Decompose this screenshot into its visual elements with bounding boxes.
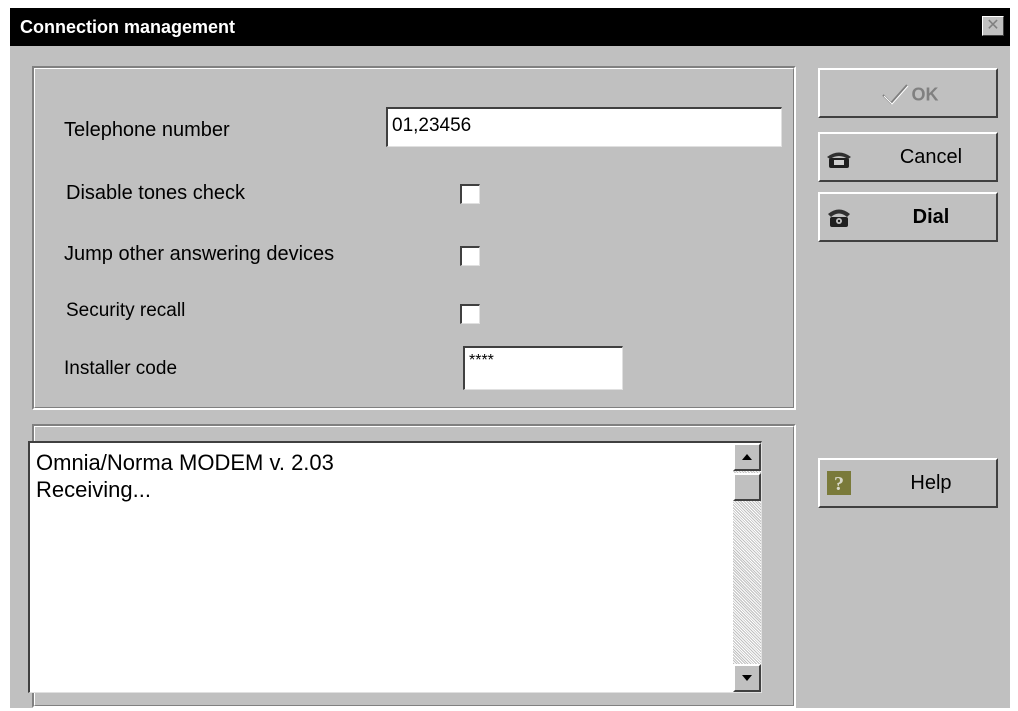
cancel-label: Cancel xyxy=(899,146,963,168)
modem-log[interactable]: Omnia/Norma MODEM v. 2.03 Receiving... xyxy=(28,441,762,693)
telephone-dial-icon xyxy=(828,209,850,227)
question-icon: ? xyxy=(827,471,851,495)
installer-code-input[interactable]: **** xyxy=(463,346,623,390)
log-scrollbar[interactable] xyxy=(733,443,761,692)
disable-tones-label: Disable tones check xyxy=(66,182,245,204)
help-label: Help xyxy=(910,472,952,494)
svg-text:?: ? xyxy=(834,473,844,495)
close-button[interactable]: ✕ xyxy=(982,16,1004,36)
scroll-thumb[interactable] xyxy=(733,473,761,501)
log-line: Omnia/Norma MODEM v. 2.03 xyxy=(36,450,334,475)
connection-management-dialog: Connection management ✕ Telephone number… xyxy=(10,8,1010,708)
close-icon: ✕ xyxy=(986,17,1000,34)
security-recall-label: Security recall xyxy=(66,300,186,321)
disable-tones-checkbox[interactable] xyxy=(460,184,480,204)
help-button[interactable]: ? Help xyxy=(818,458,998,508)
telephone-number-value: 01,23456 xyxy=(392,115,472,136)
installer-code-value: **** xyxy=(469,352,494,369)
jump-devices-label: Jump other answering devices xyxy=(64,243,335,265)
arrow-up-icon xyxy=(742,454,752,460)
security-recall-checkbox[interactable] xyxy=(460,304,480,324)
dial-button[interactable]: Dial xyxy=(818,192,998,242)
ok-text: OK xyxy=(911,84,939,105)
scroll-down-button[interactable] xyxy=(733,664,761,692)
installer-code-label: Installer code xyxy=(64,358,178,379)
modem-log-text: Omnia/Norma MODEM v. 2.03 Receiving... xyxy=(36,449,726,503)
ok-button[interactable]: OK xyxy=(818,68,998,118)
dial-label: Dial xyxy=(912,206,950,228)
cancel-button[interactable]: Cancel xyxy=(818,132,998,182)
scroll-up-button[interactable] xyxy=(733,443,761,471)
telephone-number-input[interactable]: 01,23456 xyxy=(386,107,782,147)
title-bar[interactable]: Connection management ✕ xyxy=(10,8,1010,46)
log-line: Receiving... xyxy=(36,477,151,502)
telephone-icon xyxy=(827,152,851,168)
jump-devices-checkbox[interactable] xyxy=(460,246,480,266)
telephone-number-label: Telephone number xyxy=(64,119,230,141)
checkmark-icon xyxy=(881,84,908,105)
arrow-down-icon xyxy=(742,675,752,681)
window-title: Connection management xyxy=(20,17,236,37)
ok-label: OK xyxy=(824,70,994,116)
